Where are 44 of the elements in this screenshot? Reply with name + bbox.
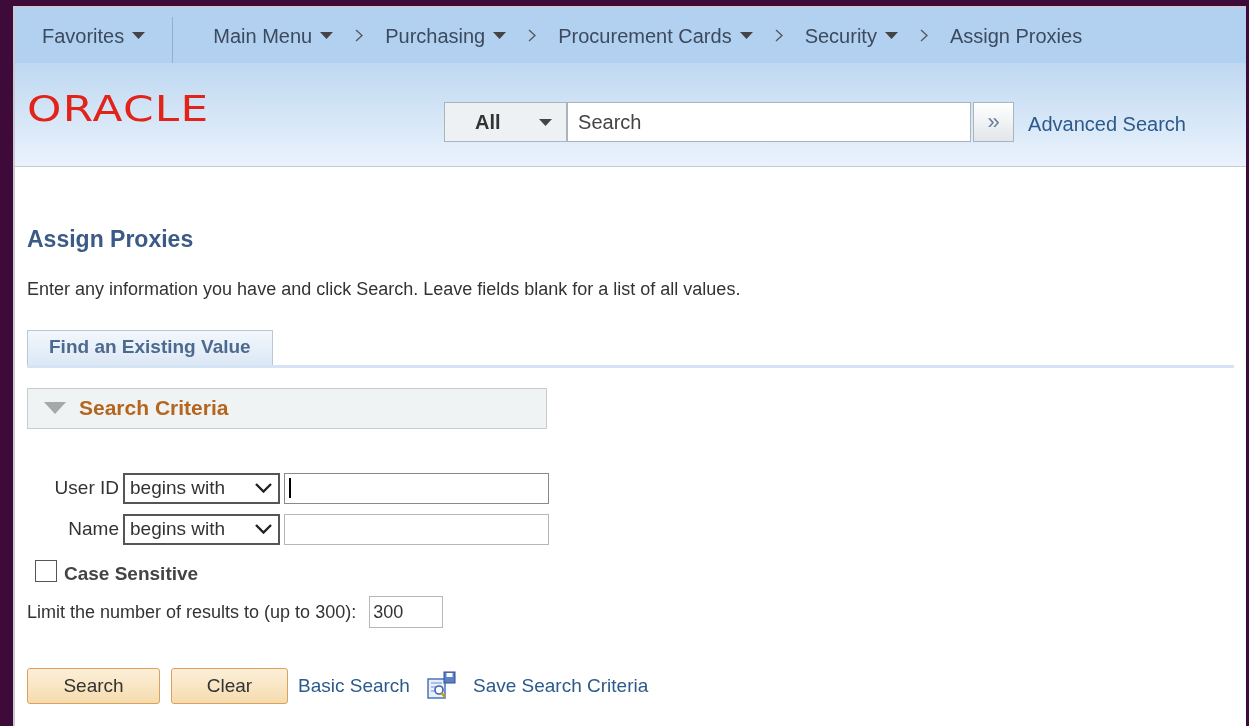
chevron-icon [528, 29, 537, 42]
caret-icon [320, 32, 334, 39]
action-button[interactable]: Clear [171, 668, 288, 704]
case-sensitive-label: Case Sensitive [64, 561, 199, 586]
scope-dropdown[interactable]: All [444, 102, 568, 142]
chevron-icon [774, 29, 783, 42]
limit-label: Limit the number of results to (up to 300): [27, 600, 357, 624]
breadcrumb-item[interactable]: Main Menu [213, 20, 334, 51]
chevron-icon [355, 29, 364, 42]
case-sensitive-checkbox[interactable] [35, 559, 57, 582]
operator-dropdown[interactable]: begins with [123, 472, 280, 504]
save-search-icon[interactable] [425, 671, 456, 701]
caret-icon [132, 32, 146, 39]
text-field[interactable] [284, 472, 549, 504]
breadcrumb-item[interactable]: Purchasing [385, 20, 507, 51]
save-search-criteria-link[interactable]: Save Search Criteria [472, 671, 649, 701]
breadcrumb-item[interactable]: Favorites [42, 20, 146, 51]
limit-field[interactable]: 300 [369, 596, 444, 628]
caret-icon [739, 32, 753, 39]
go-button[interactable]: » [973, 102, 1015, 142]
text-cursor [289, 478, 291, 498]
breadcrumb-item[interactable]: Security [804, 20, 898, 51]
breadcrumb-item[interactable]: Assign Proxies [949, 20, 1083, 51]
chevron-down-icon [255, 524, 272, 534]
text-field[interactable] [284, 513, 549, 545]
breadcrumb-item[interactable]: Procurement Cards [558, 20, 753, 51]
page-title: Assign Proxies [27, 225, 195, 254]
oracle-logo: ORACLE [27, 92, 210, 127]
tab[interactable]: Find an Existing Value [27, 329, 273, 365]
search-field[interactable]: Search [567, 102, 972, 142]
chevron-icon [919, 29, 928, 42]
field-label: Name [67, 516, 120, 541]
basic-search-link[interactable]: Basic Search [298, 671, 410, 701]
section-header[interactable]: Search Criteria [27, 387, 547, 429]
action-button[interactable]: Search [27, 668, 160, 704]
field-label: User ID [53, 475, 120, 500]
collapse-icon [44, 402, 66, 414]
caret-icon [539, 118, 553, 126]
caret-icon [493, 32, 507, 39]
chevron-down-icon [255, 483, 272, 493]
caret-icon [884, 32, 898, 39]
instructions-text: Enter any information you have and click Search. Leave fields blank for a list of all values. [27, 277, 742, 301]
operator-dropdown[interactable]: begins with [123, 513, 280, 545]
advanced-search-link[interactable]: Advanced Search [1028, 108, 1186, 139]
